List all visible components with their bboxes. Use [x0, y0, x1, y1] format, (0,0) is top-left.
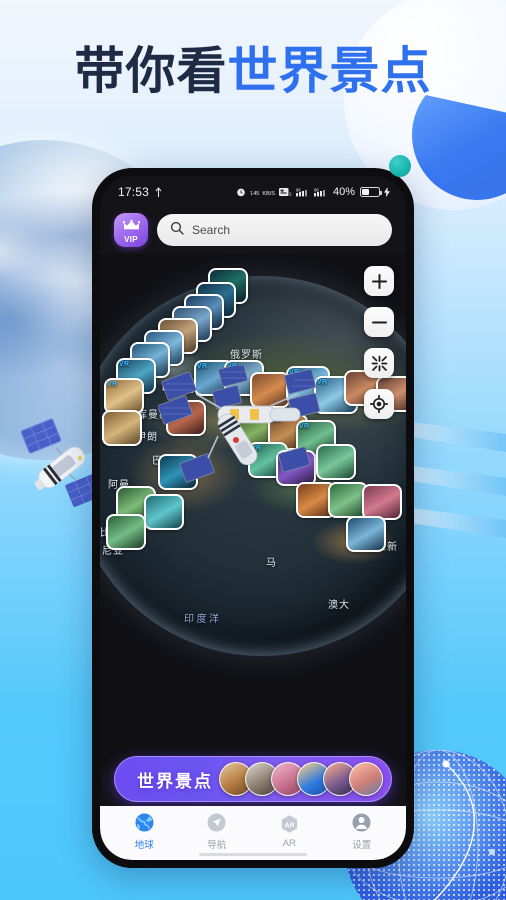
zoom-out-button[interactable]	[364, 307, 394, 337]
globe-icon	[134, 812, 155, 834]
tab-ar-label: AR	[282, 838, 296, 849]
lightning-icon	[384, 187, 390, 197]
top-search-row: VIP Search	[114, 212, 392, 248]
map-label: 俄罗斯	[230, 350, 263, 361]
page-title-dark: 带你看	[74, 43, 228, 99]
status-bar: 17:53 145 KB/S 2 96 96 40%	[100, 176, 406, 206]
map-thumbnail-image	[348, 518, 384, 550]
landmark-thumb-harbor[interactable]	[349, 762, 383, 796]
signal-icon-2: 96	[313, 187, 328, 197]
search-input[interactable]: Search	[157, 214, 392, 246]
map-thumbnail-image	[104, 412, 140, 444]
map-thumbnail-image	[108, 516, 144, 548]
phone-screen: 17:53 145 KB/S 2 96 96 40% VIP Search 俄罗…	[100, 176, 406, 860]
fit-view-button[interactable]	[364, 348, 394, 378]
ar-icon: AR	[279, 813, 300, 835]
svg-text:AR: AR	[284, 822, 294, 829]
tab-earth-label: 地球	[134, 839, 154, 851]
vip-button[interactable]: VIP	[114, 213, 148, 247]
vip-label: VIP	[124, 234, 138, 244]
space-station-graphic	[158, 366, 322, 483]
person-icon	[351, 812, 372, 834]
sim-card-icon: 2	[278, 187, 292, 197]
tab-navigation[interactable]: 导航	[185, 812, 249, 851]
home-indicator	[199, 852, 307, 856]
page-title-blue: 世界景点	[227, 43, 432, 99]
page-title: 带你看世界景点	[0, 46, 506, 96]
map-label: 印度洋	[184, 614, 222, 625]
phone-mockup: 17:53 145 KB/S 2 96 96 40% VIP Search 俄罗…	[92, 168, 414, 868]
map-thumbnail-card[interactable]	[144, 494, 184, 530]
battery-percent: 40%	[332, 186, 355, 198]
network-speed-indicator: 145 KB/S	[250, 186, 275, 198]
tab-ar[interactable]: AR AR	[257, 813, 321, 849]
bottom-tab-bar: 地球 导航 AR AR 设置	[100, 806, 406, 860]
tab-settings[interactable]: 设置	[330, 812, 394, 851]
map-canvas[interactable]: 格陵兰俄罗斯哈萨克斯坦土库曼斯坦伊朗巴基斯坦阿曼比亚尼亚马巴布亚新澳大印度洋	[100, 254, 406, 766]
map-thumbnail-card[interactable]	[102, 410, 142, 446]
map-thumbnail-card[interactable]	[346, 516, 386, 552]
search-placeholder: Search	[192, 223, 231, 237]
search-icon	[170, 221, 184, 240]
zoom-in-button[interactable]	[364, 266, 394, 296]
world-attractions-banner[interactable]: 世界景点	[114, 756, 392, 802]
usb-icon	[155, 186, 162, 198]
svg-text:96: 96	[296, 187, 301, 192]
map-label: 澳大	[328, 600, 350, 611]
map-thumbnail-image	[106, 380, 142, 412]
map-thumbnail-image	[146, 496, 182, 528]
compass-icon	[206, 812, 227, 834]
locate-button[interactable]	[364, 389, 394, 419]
map-thumbnail-card[interactable]	[362, 484, 402, 520]
tab-navigation-label: 导航	[207, 839, 227, 851]
map-thumbnail-card[interactable]	[106, 514, 146, 550]
alarm-icon	[236, 187, 246, 197]
tab-settings-label: 设置	[352, 839, 372, 851]
crown-icon	[122, 217, 140, 235]
map-thumbnail-image	[364, 486, 400, 518]
banner-title: 世界景点	[137, 771, 213, 791]
status-time: 17:53	[118, 185, 150, 199]
svg-text:2: 2	[289, 192, 292, 197]
svg-text:96: 96	[314, 187, 319, 192]
map-thumbnail-card[interactable]	[104, 378, 144, 414]
map-controls	[364, 266, 394, 419]
battery-icon	[360, 187, 382, 197]
map-label: 马	[266, 558, 277, 569]
teal-accent-dot	[389, 155, 411, 177]
banner-thumbnails[interactable]	[219, 762, 383, 796]
tab-earth[interactable]: 地球	[112, 812, 176, 851]
network-speed-unit: KB/S	[262, 191, 275, 197]
network-speed-value: 145	[250, 191, 260, 197]
signal-icon-1: 96	[295, 187, 310, 197]
